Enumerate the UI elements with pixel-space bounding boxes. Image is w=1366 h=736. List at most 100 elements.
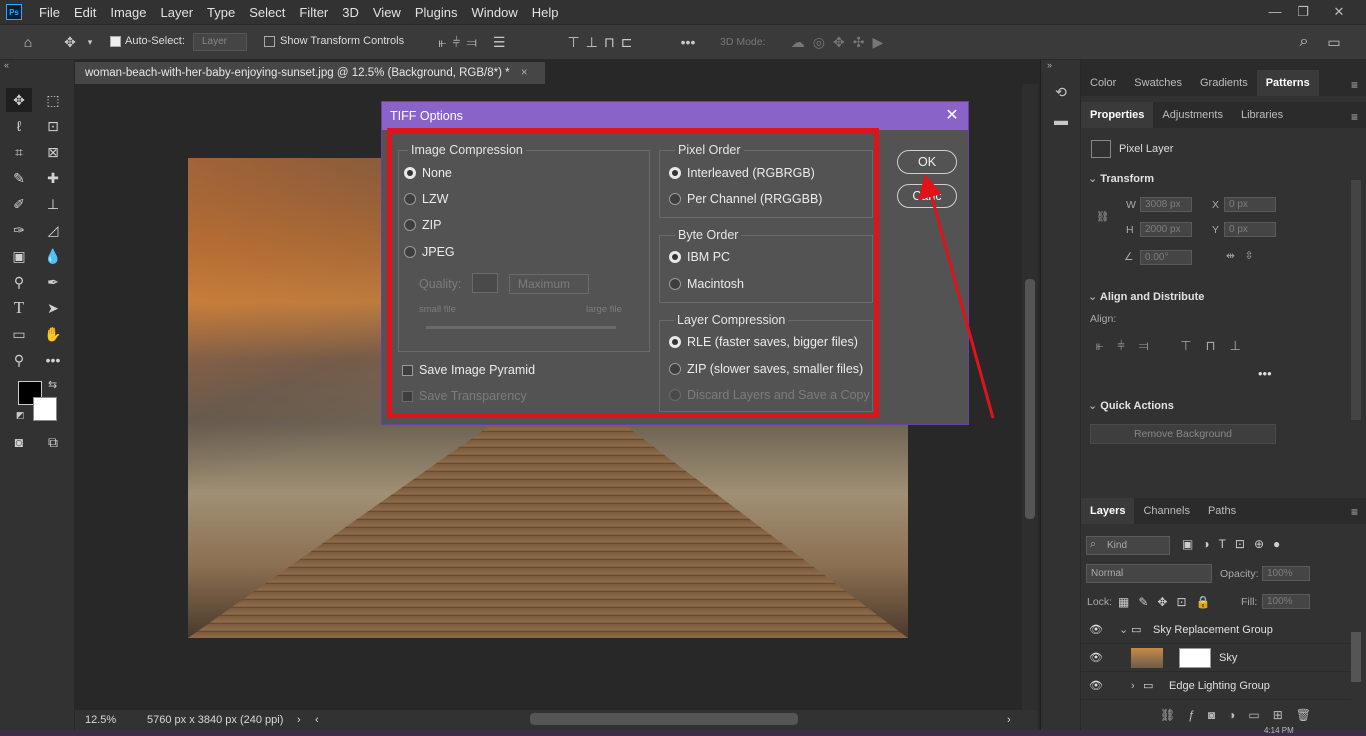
panel-menu-icon[interactable]: ≡ — [1351, 110, 1358, 124]
align-icons[interactable]: ⫦⫩⫤ ☰ — [420, 32, 530, 52]
move-tool-icon[interactable]: ✥ — [6, 88, 32, 112]
layers-scrollbar[interactable] — [1351, 632, 1361, 682]
close-tab-icon[interactable]: × — [521, 67, 528, 79]
layer-filter-icons[interactable]: ▣◑T⊡⊕● — [1182, 537, 1289, 551]
height-field[interactable]: 2000 px — [1140, 222, 1192, 237]
quick-mask-icon[interactable]: ◙ — [6, 430, 32, 454]
menu-help[interactable]: Help — [525, 5, 566, 20]
restore-button[interactable]: ❐ — [1288, 2, 1318, 22]
visibility-eye-icon[interactable]: 👁 — [1089, 616, 1103, 644]
blend-mode-dropdown[interactable]: Normal — [1086, 564, 1212, 583]
scroll-right-icon[interactable]: › — [1007, 710, 1011, 730]
angle-field[interactable]: 0.00° — [1140, 250, 1192, 265]
minimize-button[interactable]: — — [1260, 2, 1290, 22]
menu-file[interactable]: File — [32, 5, 67, 20]
flip-icons[interactable]: ⇹⇳ — [1226, 250, 1264, 262]
comments-panel-icon[interactable]: ▬ — [1051, 110, 1071, 130]
scroll-left-icon[interactable]: ‹ — [315, 710, 319, 730]
layer-row[interactable]: 👁 ⌄ ▭ Sky Replacement Group — [1081, 616, 1351, 644]
workspace-icon[interactable]: ▭ — [1324, 32, 1344, 52]
background-color-swatch[interactable] — [33, 397, 57, 421]
menu-image[interactable]: Image — [103, 5, 153, 20]
brush-tool-icon[interactable]: ✐ — [6, 192, 32, 216]
history-brush-icon[interactable]: ✑ — [6, 218, 32, 242]
tab-adjustments[interactable]: Adjustments — [1153, 102, 1232, 128]
blur-tool-icon[interactable]: 💧 — [40, 244, 66, 268]
dodge-tool-icon[interactable]: ⚲ — [6, 270, 32, 294]
tab-layers[interactable]: Layers — [1081, 498, 1135, 524]
more-tools-icon[interactable]: ••• — [40, 348, 66, 372]
type-tool-icon[interactable]: T — [6, 296, 32, 320]
layer-row[interactable]: 👁 Sky — [1081, 644, 1351, 672]
tab-channels[interactable]: Channels — [1134, 498, 1198, 524]
x-field[interactable]: 0 px — [1224, 197, 1276, 212]
status-arrow-icon[interactable]: › — [297, 710, 301, 730]
vertical-scrollbar[interactable] — [1022, 84, 1038, 710]
collapse-icon[interactable]: « — [4, 60, 9, 70]
menu-select[interactable]: Select — [242, 5, 292, 20]
eyedropper-tool-icon[interactable]: ✎ — [6, 166, 32, 190]
close-window-button[interactable]: ✕ — [1324, 2, 1354, 22]
default-colors-icon[interactable]: ◩ — [16, 410, 25, 421]
tab-gradients[interactable]: Gradients — [1191, 70, 1257, 96]
auto-select-checkbox[interactable] — [110, 36, 121, 50]
fill-field[interactable]: 100% — [1262, 594, 1310, 609]
swap-colors-icon[interactable]: ⇆ — [48, 378, 57, 391]
layer-action-icons[interactable]: ⛓ƒ◙◑▭⊞🗑 — [1160, 708, 1324, 722]
auto-select-dropdown[interactable]: Layer — [193, 33, 247, 51]
zoom-level[interactable]: 12.5% — [85, 710, 116, 730]
align-section-title[interactable]: ⌄ Align and Distribute — [1088, 290, 1204, 303]
zoom-tool-icon[interactable]: ⚲ — [6, 348, 32, 372]
history-panel-icon[interactable]: ⟲ — [1051, 82, 1071, 102]
hand-tool-icon[interactable]: ✋ — [40, 322, 66, 346]
lock-icons[interactable]: ▦✎✥⊡🔒 — [1118, 595, 1219, 609]
home-icon[interactable]: ⌂ — [18, 32, 38, 52]
more-options-icon[interactable]: ••• — [1258, 366, 1272, 381]
menu-type[interactable]: Type — [200, 5, 242, 20]
menu-window[interactable]: Window — [464, 5, 524, 20]
horizontal-scroll-thumb[interactable] — [530, 713, 798, 725]
menu-3d[interactable]: 3D — [335, 5, 366, 20]
tab-patterns[interactable]: Patterns — [1256, 70, 1319, 96]
link-icon[interactable]: ⛓ — [1096, 210, 1109, 223]
3d-mode-icons[interactable]: ☁◎✥✣▶ — [776, 32, 906, 52]
panel-menu-icon[interactable]: ≡ — [1351, 505, 1358, 519]
properties-scrollbar[interactable] — [1351, 180, 1361, 420]
pen-tool-icon[interactable]: ✒ — [40, 270, 66, 294]
chevron-right-icon[interactable]: › — [1131, 672, 1135, 700]
panel-menu-icon[interactable]: ≡ — [1351, 78, 1358, 92]
chevron-down-icon[interactable]: ⌄ — [1119, 616, 1128, 644]
quick-actions-title[interactable]: ⌄ Quick Actions — [1088, 399, 1174, 412]
rectangle-tool-icon[interactable]: ▭ — [6, 322, 32, 346]
healing-tool-icon[interactable]: ✚ — [40, 166, 66, 190]
menu-edit[interactable]: Edit — [67, 5, 103, 20]
scroll-thumb[interactable] — [1025, 279, 1035, 519]
remove-background-button[interactable]: Remove Background — [1090, 424, 1276, 444]
stamp-tool-icon[interactable]: ⊥ — [40, 192, 66, 216]
menu-plugins[interactable]: Plugins — [408, 5, 465, 20]
menu-view[interactable]: View — [366, 5, 408, 20]
dialog-close-icon[interactable]: ✕ — [942, 106, 962, 126]
opacity-field[interactable]: 100% — [1262, 566, 1310, 581]
transform-section-title[interactable]: ⌄ Transform — [1088, 172, 1154, 185]
eraser-tool-icon[interactable]: ◿ — [40, 218, 66, 242]
marquee-tool-icon[interactable]: ⬚ — [40, 88, 66, 112]
tab-color[interactable]: Color — [1081, 70, 1125, 96]
layer-row[interactable]: 👁 › ▭ Edge Lighting Group — [1081, 672, 1351, 700]
y-field[interactable]: 0 px — [1224, 222, 1276, 237]
document-tab[interactable]: woman-beach-with-her-baby-enjoying-sunse… — [75, 62, 545, 84]
layer-kind-filter[interactable]: Kind — [1086, 536, 1170, 555]
show-transform-checkbox[interactable] — [264, 36, 275, 50]
object-select-tool-icon[interactable]: ⊡ — [40, 114, 66, 138]
search-icon[interactable]: ⌕ — [1294, 32, 1314, 52]
chevron-down-icon[interactable]: ▾ — [84, 32, 96, 52]
visibility-eye-icon[interactable]: 👁 — [1089, 672, 1103, 700]
align-buttons-icons[interactable]: ⫦⫩⫤ ⊤⊓⊥ — [1096, 338, 1255, 354]
tab-swatches[interactable]: Swatches — [1125, 70, 1191, 96]
menu-layer[interactable]: Layer — [154, 5, 201, 20]
crop-tool-icon[interactable]: ⌗ — [6, 140, 32, 164]
lasso-tool-icon[interactable]: ℓ — [6, 114, 32, 138]
path-select-tool-icon[interactable]: ➤ — [40, 296, 66, 320]
visibility-eye-icon[interactable]: 👁 — [1089, 644, 1103, 672]
distribute-icons[interactable]: ⊤⊥⊓⊏ — [548, 32, 658, 52]
